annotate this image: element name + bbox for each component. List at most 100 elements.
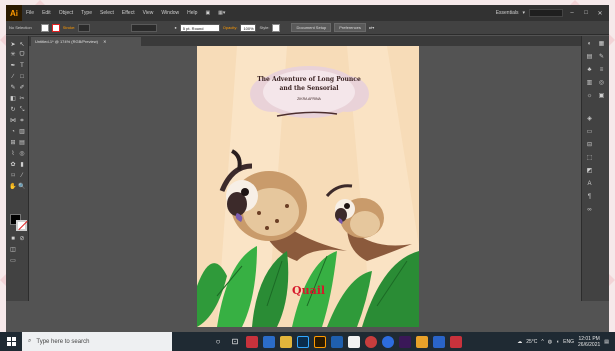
- document-tab[interactable]: Untitled-1* @ 174% (RGB/Preview) ✕: [31, 37, 141, 46]
- word-icon[interactable]: [331, 335, 343, 348]
- volume-icon[interactable]: ◖: [556, 339, 559, 345]
- artboard-tool-icon[interactable]: ⌑: [9, 173, 17, 180]
- windows-start-icon[interactable]: [0, 332, 22, 351]
- magic-wand-tool-icon[interactable]: ✳: [9, 52, 17, 59]
- lasso-tool-icon[interactable]: ᗜ: [18, 52, 26, 59]
- task-view-icon[interactable]: ⊡: [229, 335, 241, 348]
- line-tool-icon[interactable]: ∕: [9, 74, 17, 81]
- store-app-icon[interactable]: [263, 335, 275, 348]
- maximize-button[interactable]: □: [581, 10, 591, 16]
- clock[interactable]: 12:01 PM 26/6/2021: [578, 336, 600, 348]
- draw-mode-icon[interactable]: ◫: [9, 247, 17, 254]
- network-icon[interactable]: ◍: [548, 339, 552, 345]
- notepad-icon[interactable]: [348, 335, 360, 348]
- fill-swatch[interactable]: [40, 23, 49, 32]
- layers-panel-icon[interactable]: ◈: [585, 116, 594, 123]
- bridge-icon[interactable]: ▣: [201, 10, 214, 16]
- color-mode-icon[interactable]: ■: [9, 236, 17, 243]
- menu-view[interactable]: View: [139, 10, 158, 16]
- screen-mode-icon[interactable]: ▭: [9, 258, 17, 265]
- document-setup-button[interactable]: Document Setup: [291, 23, 332, 32]
- sticky-app-icon[interactable]: [416, 335, 428, 348]
- stroke-weight-input[interactable]: [78, 23, 91, 32]
- rotate-tool-icon[interactable]: ↻: [9, 107, 17, 114]
- direct-selection-tool-icon[interactable]: ↖: [18, 42, 26, 49]
- menu-file[interactable]: File: [22, 10, 38, 16]
- hand-tool-icon[interactable]: ✋: [9, 184, 17, 191]
- eraser-tool-icon[interactable]: ◧: [9, 96, 17, 103]
- pen-tool-icon[interactable]: ✒: [9, 63, 17, 70]
- menu-select[interactable]: Select: [96, 10, 118, 16]
- cortana-icon[interactable]: ○: [212, 335, 224, 348]
- pathfinder-panel-icon[interactable]: ◩: [585, 168, 594, 175]
- align-panel-icon[interactable]: ⊟: [585, 142, 594, 149]
- minimize-button[interactable]: –: [567, 10, 577, 16]
- pdf-reader-icon[interactable]: [450, 335, 462, 348]
- free-transform-tool-icon[interactable]: ⌗: [18, 118, 26, 125]
- selection-tool-icon[interactable]: ➤: [9, 42, 17, 49]
- slice-tool-icon[interactable]: ⁄: [18, 173, 26, 180]
- illustrator-icon[interactable]: [314, 335, 326, 348]
- close-button[interactable]: ✕: [595, 10, 605, 17]
- file-explorer-icon[interactable]: [280, 335, 292, 348]
- premiere-icon[interactable]: [399, 335, 411, 348]
- paintbrush-tool-icon[interactable]: ✎: [9, 85, 17, 92]
- brush-definition-select[interactable]: 5 pt. Round: [179, 23, 220, 32]
- color-guide-icon[interactable]: ▦: [597, 41, 606, 48]
- scale-tool-icon[interactable]: ⤡: [18, 107, 26, 114]
- shape-builder-tool-icon[interactable]: ◔: [9, 129, 17, 136]
- workspace-switcher[interactable]: Essentials: [496, 10, 519, 16]
- mail-app-icon[interactable]: [246, 335, 258, 348]
- stroke-panel-icon[interactable]: ≡: [597, 67, 606, 74]
- variable-width-profile[interactable]: [131, 23, 158, 32]
- menu-type[interactable]: Type: [77, 10, 96, 16]
- photoshop-icon[interactable]: [297, 335, 309, 348]
- menu-help[interactable]: Help: [183, 10, 201, 16]
- appearance-panel-icon[interactable]: ☼: [585, 93, 594, 100]
- weather-icon[interactable]: ☁: [517, 339, 522, 345]
- language-indicator[interactable]: ENG: [563, 339, 574, 345]
- scissors-tool-icon[interactable]: ✂: [18, 96, 26, 103]
- menu-window[interactable]: Window: [157, 10, 183, 16]
- stroke-label[interactable]: Stroke:: [63, 25, 76, 30]
- character-panel-icon[interactable]: A: [585, 181, 594, 188]
- stroke-color-box[interactable]: [16, 220, 27, 231]
- type-tool-icon[interactable]: T: [18, 63, 26, 70]
- zoom-tool-icon[interactable]: 🔍: [18, 184, 26, 191]
- weather-temp[interactable]: 25°C: [526, 339, 537, 345]
- gradient-panel-icon[interactable]: ▥: [585, 80, 594, 87]
- rectangle-tool-icon[interactable]: □: [18, 74, 26, 81]
- transparency-panel-icon[interactable]: ◎: [597, 80, 606, 87]
- paragraph-panel-icon[interactable]: ¶: [585, 194, 594, 201]
- width-tool-icon[interactable]: ⋈: [9, 118, 17, 125]
- opacity-input[interactable]: 100%: [240, 23, 257, 32]
- opera-icon[interactable]: [365, 335, 377, 348]
- close-tab-icon[interactable]: ✕: [103, 39, 106, 44]
- color-panel-icon[interactable]: ◐: [585, 41, 594, 48]
- eyedropper-tool-icon[interactable]: ⌇: [9, 151, 17, 158]
- arrange-icon[interactable]: ⇄▾: [369, 25, 374, 30]
- preferences-button[interactable]: Preferences: [334, 23, 366, 32]
- menu-edit[interactable]: Edit: [38, 10, 55, 16]
- transform-panel-icon[interactable]: ⬚: [585, 155, 594, 162]
- arrange-documents-icon[interactable]: ▦▾: [214, 10, 229, 16]
- graphic-style-swatch[interactable]: [272, 23, 281, 32]
- menu-object[interactable]: Object: [55, 10, 77, 16]
- opacity-label[interactable]: Opacity:: [223, 25, 238, 30]
- help-search-input[interactable]: [529, 9, 563, 17]
- notifications-icon[interactable]: ▤: [604, 339, 609, 345]
- perspective-grid-tool-icon[interactable]: ▥: [18, 129, 26, 136]
- artboard[interactable]: The Adventure of Long Pounce and the Sen…: [197, 46, 419, 327]
- symbol-sprayer-tool-icon[interactable]: ✿: [9, 162, 17, 169]
- pencil-tool-icon[interactable]: ✐: [18, 85, 26, 92]
- stroke-swatch[interactable]: [51, 23, 60, 32]
- blend-tool-icon[interactable]: ◎: [18, 151, 26, 158]
- artboards-panel-icon[interactable]: ▭: [585, 129, 594, 136]
- tray-chevron-icon[interactable]: ^: [541, 339, 543, 345]
- links-panel-icon[interactable]: ∞: [585, 207, 594, 214]
- graphic-styles-icon[interactable]: ▣: [597, 93, 606, 100]
- chrome-icon[interactable]: [382, 335, 394, 348]
- taskbar-search[interactable]: ⌕ Type here to search: [22, 332, 172, 351]
- mesh-tool-icon[interactable]: ⊞: [9, 140, 17, 147]
- symbols-panel-icon[interactable]: ♣: [585, 67, 594, 74]
